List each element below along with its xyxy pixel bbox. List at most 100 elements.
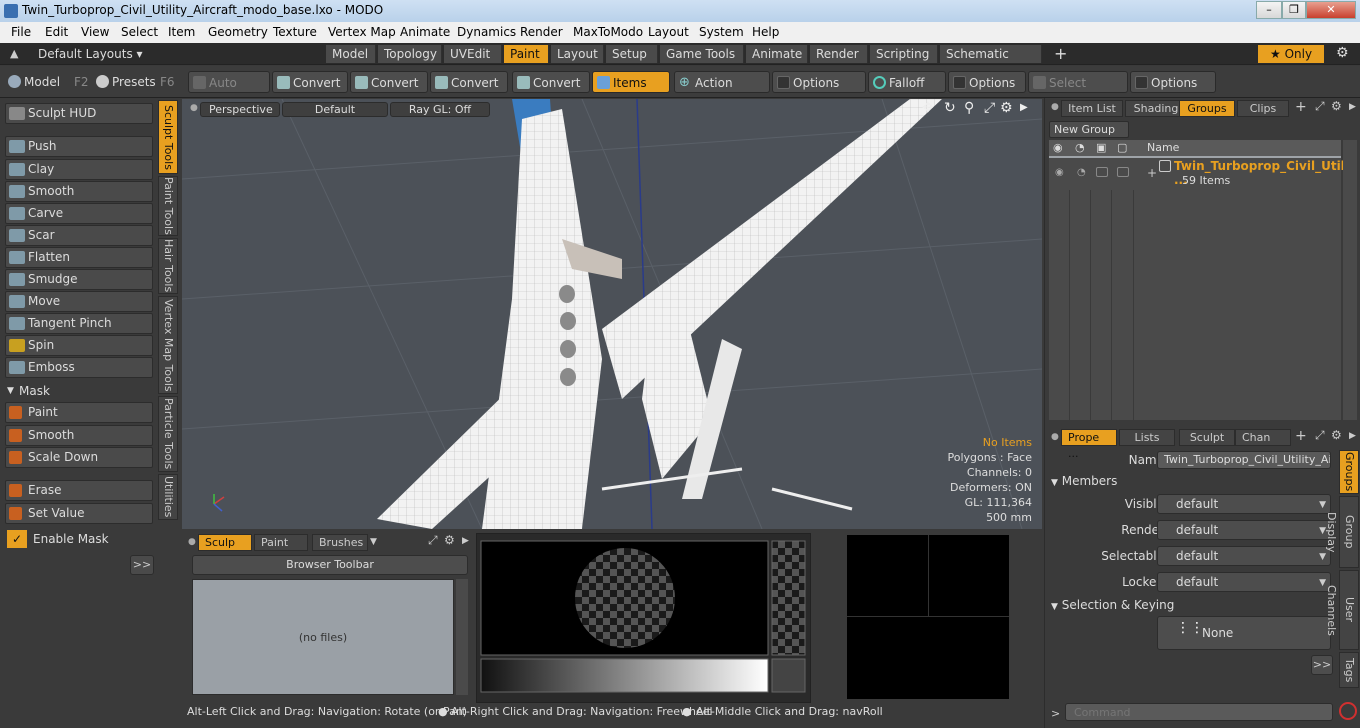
browser-toolbar-button[interactable]: Browser Toolbar (192, 555, 468, 575)
menu-help[interactable]: Help (752, 25, 779, 39)
vtab-user-channels[interactable]: User Channels (1325, 570, 1359, 650)
groups-list-scrollbar[interactable] (1343, 140, 1357, 420)
flatten-tool[interactable]: Flatten (5, 247, 153, 268)
tab-dropdown-arrow-icon[interactable]: ▼ (370, 537, 377, 547)
row-select-checkbox[interactable] (1117, 167, 1129, 177)
tab-sculpt-presets[interactable]: Sculp ... (198, 534, 252, 565)
add-tab-icon[interactable]: + (1295, 428, 1307, 444)
menu-geometry[interactable]: Geometry (208, 25, 268, 39)
panel-gear-icon[interactable]: ⚙ (1331, 99, 1342, 113)
row-lock-checkbox[interactable] (1096, 167, 1108, 177)
smudge-tool[interactable]: Smudge (5, 269, 153, 290)
menu-item[interactable]: Item (168, 25, 195, 39)
add-tab-icon[interactable]: + (1054, 44, 1067, 63)
emboss-tool[interactable]: Emboss (5, 357, 153, 378)
mask-section-header[interactable]: ▼ Mask (5, 383, 153, 400)
tangent-pinch-tool[interactable]: Tangent Pinch (5, 313, 153, 334)
menu-dynamics[interactable]: Dynamics (457, 25, 516, 39)
menu-system[interactable]: System (699, 25, 744, 39)
vtab-vertex-map-tools[interactable]: Vertex Map Tools (158, 296, 178, 394)
vtab-group-display[interactable]: Group Display (1325, 496, 1359, 568)
row-visibility-eye-icon[interactable]: ◉ (1055, 167, 1064, 178)
visible-select[interactable]: default ▼ (1157, 494, 1331, 514)
tab-properties[interactable]: Prope ... (1061, 429, 1117, 460)
menu-file[interactable]: File (11, 25, 31, 39)
spin-tool[interactable]: Spin (5, 335, 153, 356)
panel-dot-icon[interactable]: ● (188, 537, 196, 547)
groups-list[interactable]: ◉ ◔ ▣ ▢ Name ◉ ◔ + Twin_Turboprop_Civil_… (1049, 140, 1349, 420)
enable-mask-toggle[interactable]: ✓ Enable Mask (5, 528, 155, 550)
convert-materials-button[interactable]: Convert (512, 71, 590, 93)
tab-animate[interactable]: Animate (746, 45, 808, 63)
tab-paint-presets[interactable]: Paint ... (254, 534, 308, 565)
panel-menu-arrow-icon[interactable]: ▶ (1349, 102, 1356, 112)
vtab-particle-tools[interactable]: Particle Tools (158, 396, 178, 472)
tab-shading[interactable]: Shading (1125, 100, 1187, 117)
panel-gear-icon[interactable]: ⚙ (444, 533, 455, 547)
locked-select[interactable]: default ▼ (1157, 572, 1331, 592)
falloff-button[interactable]: Falloff (868, 71, 946, 93)
lock-icon[interactable]: ▣ (1096, 141, 1106, 154)
tab-model[interactable]: Model (326, 45, 376, 63)
panel-maximize-icon[interactable]: ⤢ (428, 533, 438, 548)
options-button-3[interactable]: Options (1130, 71, 1216, 93)
items-button[interactable]: Items (592, 71, 670, 93)
group-name-field[interactable]: Twin_Turboprop_Civil_Utility_Aircra (1157, 451, 1331, 469)
tab-groups[interactable]: Groups (1179, 100, 1235, 117)
menu-render[interactable]: Render (520, 25, 563, 39)
panel-maximize-icon[interactable]: ⤢ (1315, 428, 1325, 443)
auto-select-button[interactable]: Auto Select (188, 71, 270, 112)
tab-item-list[interactable]: Item List (1061, 100, 1123, 117)
maximize-view-icon[interactable]: ⤢ (984, 100, 995, 116)
group-row[interactable]: ◉ ◔ + Twin_Turboprop_Civil_Utili ... 59 … (1049, 158, 1349, 190)
carve-tool[interactable]: Carve (5, 203, 153, 224)
sculpt-hud-button[interactable]: Sculpt HUD (5, 103, 153, 124)
name-column-header[interactable]: Name (1147, 141, 1179, 154)
only-toggle[interactable]: ★ Only (1258, 45, 1324, 63)
tab-paint[interactable]: Paint (504, 45, 549, 63)
menu-maxtomodo[interactable]: MaxToModo (573, 25, 643, 39)
smooth-tool[interactable]: Smooth (5, 181, 153, 202)
keying-none-button[interactable]: ⋮⋮ None (1157, 616, 1331, 650)
tab-render[interactable]: Render (810, 45, 868, 63)
panel-dot-icon[interactable]: ● (1051, 102, 1059, 112)
menu-layout[interactable]: Layout (648, 25, 689, 39)
options-button-1[interactable]: Options (772, 71, 866, 93)
tab-sculpt[interactable]: Sculpt (1179, 429, 1235, 446)
push-tool[interactable]: Push (5, 136, 153, 157)
erase-tool[interactable]: Erase (5, 480, 153, 501)
clay-tool[interactable]: Clay (5, 159, 153, 180)
more-button[interactable]: >> (130, 555, 154, 575)
tab-scripting[interactable]: Scripting (870, 45, 938, 63)
raygl-toggle[interactable]: Ray GL: Off (390, 102, 490, 117)
vtab-sculpt-tools[interactable]: Sculpt Tools (158, 100, 178, 174)
move-view-icon[interactable]: ✥ (922, 100, 934, 116)
collapse-arrow-icon[interactable]: ▲ (10, 47, 18, 60)
tab-layout[interactable]: Layout (551, 45, 604, 63)
vtab-hair-tools[interactable]: Hair Tools (158, 238, 178, 294)
expand-icon[interactable]: + (1147, 166, 1157, 180)
menu-vertex-map[interactable]: Vertex Map (328, 25, 396, 39)
vtab-tags[interactable]: Tags (1339, 652, 1359, 688)
panel-menu-arrow-icon[interactable]: ▶ (462, 536, 469, 546)
convert-edges-button[interactable]: Convert (350, 71, 428, 93)
convert-vertices-button[interactable]: Convert (272, 71, 348, 93)
viewport-gear-icon[interactable]: ⚙ (1000, 100, 1013, 116)
close-button[interactable]: ✕ (1306, 1, 1356, 19)
vtab-groups[interactable]: Groups (1339, 450, 1359, 494)
set-value-tool[interactable]: Set Value (5, 503, 153, 524)
mask-scale-down-tool[interactable]: Scale Down (5, 447, 153, 468)
tab-uvedit[interactable]: UVEdit (444, 45, 502, 63)
scar-tool[interactable]: Scar (5, 225, 153, 246)
menu-select[interactable]: Select (121, 25, 158, 39)
panel-maximize-icon[interactable]: ⤢ (1315, 99, 1325, 114)
move-tool[interactable]: Move (5, 291, 153, 312)
panel-dot-icon[interactable]: ● (1051, 432, 1059, 442)
command-input[interactable] (1065, 703, 1333, 721)
layouts-dropdown[interactable]: Default Layouts ▾ (38, 47, 143, 61)
visibility-eye-icon[interactable]: ◉ (1053, 141, 1063, 154)
panel-menu-arrow-icon[interactable]: ▶ (1349, 431, 1356, 441)
tab-brushes[interactable]: Brushes (312, 534, 368, 551)
selection-keying-section-header[interactable]: ▼ Selection & Keying (1051, 598, 1331, 612)
add-tab-icon[interactable]: + (1295, 99, 1307, 115)
